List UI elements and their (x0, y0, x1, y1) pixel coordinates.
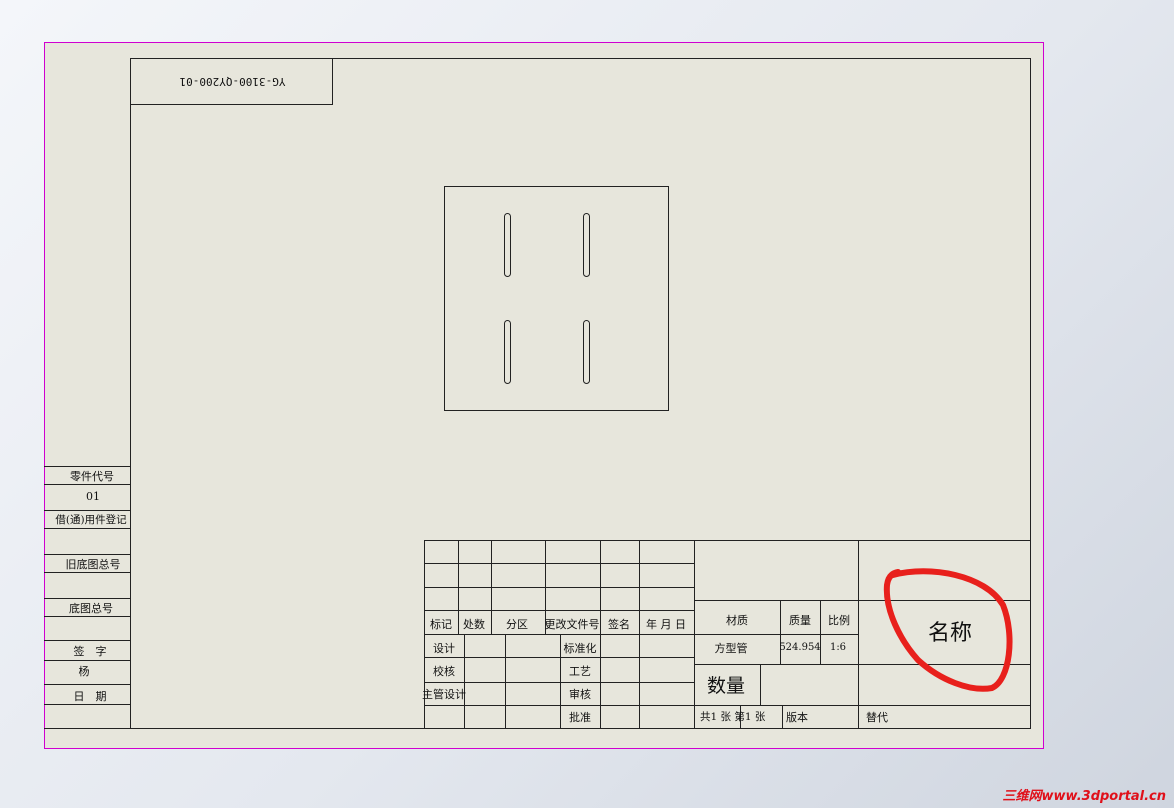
tb-chief-design: 主管设计 (422, 688, 466, 701)
slot-hole (504, 213, 511, 277)
tb-mark: 标记 (430, 618, 452, 631)
tb-scale-value: 1:6 (829, 642, 847, 653)
drawing-linework (44, 58, 1031, 729)
tb-signature: 签名 (608, 618, 630, 631)
tb-design: 设计 (433, 642, 455, 655)
tb-count: 处数 (463, 618, 485, 631)
tb-mass-value: 524.954 (779, 642, 821, 653)
watermark: 三维网www.3dportal.cn (1002, 789, 1166, 804)
tb-process: 工艺 (569, 665, 591, 678)
sign-label: 签 字 (73, 645, 107, 658)
tb-ymd: 年 月 日 (646, 618, 686, 631)
tb-zone: 分区 (506, 618, 528, 631)
old-base-label: 旧底图总号 (65, 558, 121, 571)
top-code: YG-3100-QY200-01 (179, 75, 286, 88)
tb-sheets: 共1 张 第1 张 (700, 711, 766, 723)
slot-hole (583, 320, 590, 384)
tb-standardize: 标准化 (563, 642, 597, 655)
part-outline (444, 186, 669, 411)
date-label: 日 期 (73, 690, 107, 703)
title-block-right-grid (694, 540, 1030, 728)
slot-hole (504, 320, 511, 384)
sign-value: 杨 (78, 665, 90, 678)
tb-material-label: 材质 (726, 614, 748, 627)
part-code-value: 01 (86, 490, 100, 503)
tb-scale-label: 比例 (828, 614, 850, 627)
tb-version: 版本 (786, 711, 808, 724)
tb-change-doc: 更改文件号 (544, 618, 600, 631)
tb-review: 审核 (569, 688, 591, 701)
base-label: 底图总号 (69, 602, 113, 615)
borrowed-label: 借(通)用件登记 (55, 514, 127, 526)
tb-approve: 批准 (569, 711, 591, 724)
tb-quantity: 数量 (706, 675, 746, 697)
tb-material-value: 方型管 (714, 642, 748, 655)
tb-mass-label: 质量 (789, 614, 811, 627)
tb-check: 校核 (433, 665, 455, 678)
slot-hole (583, 213, 590, 277)
tb-name: 名称 (927, 621, 973, 646)
tb-replace: 替代 (866, 711, 888, 724)
part-code-label: 零件代号 (70, 470, 114, 483)
